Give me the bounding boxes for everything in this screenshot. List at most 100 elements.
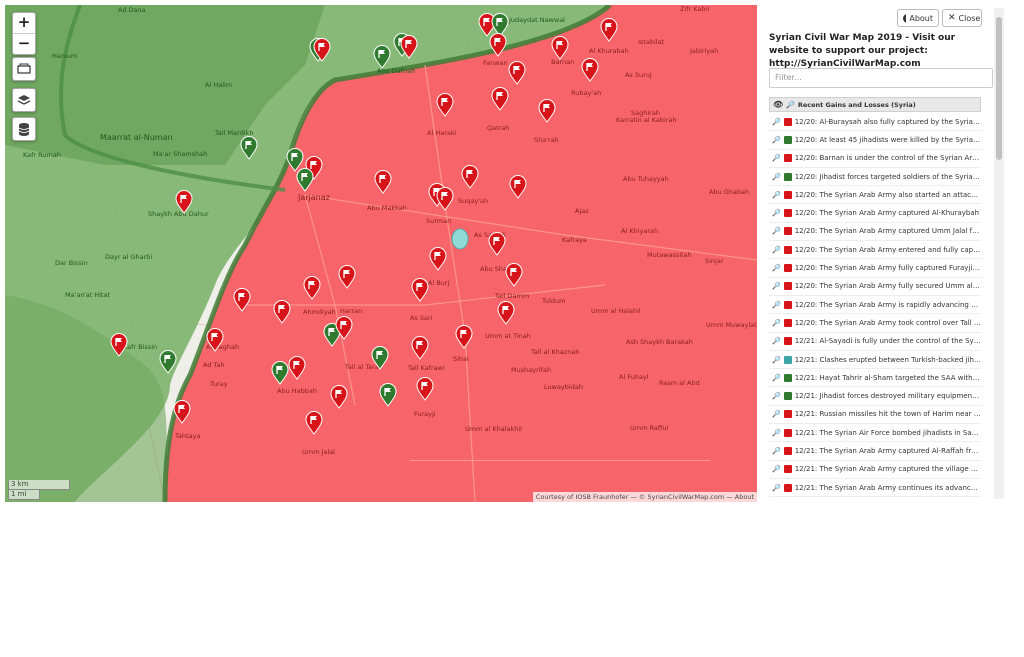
list-item[interactable]: 🔎 12/21: The Syrian Arab Army continues i… bbox=[769, 479, 981, 498]
zoom-to-icon[interactable]: 🔎 bbox=[772, 374, 781, 382]
red-flag-marker-icon[interactable] bbox=[491, 87, 509, 111]
red-flag-marker-icon[interactable] bbox=[305, 411, 323, 435]
about-button[interactable]: About bbox=[897, 9, 939, 27]
map-attribution[interactable]: Courtesy of IOSB Fraunhofer — © SyrianCi… bbox=[532, 492, 757, 502]
zoom-to-icon[interactable]: 🔎 bbox=[772, 227, 781, 235]
filter-input[interactable]: Filter... bbox=[769, 68, 993, 88]
red-flag-marker-icon[interactable] bbox=[175, 190, 193, 214]
list-item[interactable]: 🔎 12/20: The Syrian Arab Army fully secur… bbox=[769, 278, 981, 296]
zoom-to-icon[interactable]: 🔎 bbox=[772, 356, 781, 364]
list-item[interactable]: 🔎 12/21: Jihadist forces destroyed milita… bbox=[769, 387, 981, 406]
promo-text[interactable]: Syrian Civil War Map 2019 - Visit our we… bbox=[769, 32, 991, 71]
red-flag-marker-icon[interactable] bbox=[330, 385, 348, 409]
list-item[interactable]: 🔎 12/20: Jihadist forces targeted soldier… bbox=[769, 168, 981, 187]
green-marker-icon[interactable] bbox=[271, 361, 289, 385]
place-label-green: Ma'arrat Hitat bbox=[65, 291, 110, 299]
zoom-to-icon[interactable]: 🔎 bbox=[772, 246, 781, 254]
fullscreen-button[interactable] bbox=[12, 57, 36, 81]
red-flag-marker-icon[interactable] bbox=[416, 377, 434, 401]
layers-button[interactable] bbox=[12, 88, 36, 112]
red-flag-marker-icon[interactable] bbox=[436, 93, 454, 117]
map-view[interactable]: Ad Dana Hanium Al Halim Maarrat al-Numan… bbox=[5, 5, 757, 502]
list-item[interactable]: 🔎 12/20: Al-Buraysah also fully captured … bbox=[769, 113, 981, 132]
zoom-to-icon[interactable]: 🔎 bbox=[772, 429, 781, 437]
list-item[interactable]: 🔎 12/20: Barnan is under the control of t… bbox=[769, 150, 981, 168]
red-flag-marker-icon[interactable] bbox=[338, 265, 356, 289]
zoom-to-icon[interactable]: 🔎 bbox=[772, 118, 781, 126]
red-flag-marker-icon[interactable] bbox=[508, 61, 526, 85]
list-item[interactable]: 🔎 12/20: The Syrian Arab Army fully captu… bbox=[769, 259, 981, 278]
database-button[interactable] bbox=[12, 117, 36, 141]
list-item[interactable]: 🔎 12/20: The Syrian Arab Army took contro… bbox=[769, 314, 981, 333]
list-item[interactable]: 🔎 12/21: The Syrian Arab Army captured Al… bbox=[769, 442, 981, 461]
list-item[interactable]: 🔎 12/21: Russian missiles hit the town of… bbox=[769, 406, 981, 425]
red-flag-marker-icon[interactable] bbox=[538, 99, 556, 123]
zoom-to-icon[interactable]: 🔎 bbox=[772, 191, 781, 199]
red-flag-marker-icon[interactable] bbox=[489, 33, 507, 57]
list-item[interactable]: 🔎 12/20: The Syrian Arab Army captured Um… bbox=[769, 223, 981, 242]
zoom-to-icon[interactable]: 🔎 bbox=[772, 392, 781, 400]
green-marker-icon[interactable] bbox=[296, 168, 314, 192]
zoom-to-icon[interactable]: 🔎 bbox=[772, 264, 781, 272]
red-flag-marker-icon[interactable] bbox=[233, 288, 251, 312]
zoom-to-icon[interactable]: 🔎 bbox=[772, 209, 781, 217]
list-item[interactable]: 🔎12/21: The Syrian Arab Army entered Har… bbox=[769, 497, 981, 502]
list-item[interactable]: 🔎 12/20: The Syrian Arab Army also starte… bbox=[769, 186, 981, 205]
red-flag-marker-icon[interactable] bbox=[551, 36, 569, 60]
zoom-out-button[interactable]: − bbox=[13, 34, 35, 54]
red-flag-marker-icon[interactable] bbox=[110, 333, 128, 357]
list-item[interactable]: 🔎 12/21: The Syrian Arab Army captured th… bbox=[769, 461, 981, 479]
zoom-to-icon[interactable]: 🔎 bbox=[772, 465, 781, 473]
red-flag-marker-icon[interactable] bbox=[461, 165, 479, 189]
red-flag-marker-icon[interactable] bbox=[497, 301, 515, 325]
zoom-to-icon[interactable]: 🔎 bbox=[772, 301, 781, 309]
green-marker-icon[interactable] bbox=[371, 346, 389, 370]
scrollbar[interactable] bbox=[994, 8, 1004, 499]
list-item[interactable]: 🔎 12/21: Clashes erupted between Turkish-… bbox=[769, 351, 981, 370]
red-flag-marker-icon[interactable] bbox=[400, 35, 418, 59]
list-item[interactable]: 🔎 12/20: The Syrian Arab Army is rapidly … bbox=[769, 296, 981, 315]
red-flag-marker-icon[interactable] bbox=[505, 263, 523, 287]
zoom-to-icon[interactable]: 🔎 bbox=[772, 319, 781, 327]
red-flag-marker-icon[interactable] bbox=[374, 170, 392, 194]
red-flag-marker-icon[interactable] bbox=[600, 18, 618, 42]
zoom-to-icon[interactable]: 🔎 bbox=[772, 410, 781, 418]
red-flag-marker-icon[interactable] bbox=[509, 175, 527, 199]
red-flag-marker-icon[interactable] bbox=[288, 356, 306, 380]
green-marker-icon[interactable] bbox=[240, 136, 258, 160]
zoom-to-icon[interactable]: 🔎 bbox=[772, 154, 781, 162]
red-flag-marker-icon[interactable] bbox=[313, 38, 331, 62]
zoom-to-icon[interactable]: 🔎 bbox=[772, 447, 781, 455]
list-item[interactable]: 🔎 12/20: The Syrian Arab Army entered and… bbox=[769, 241, 981, 260]
zoom-to-icon[interactable]: 🔎 bbox=[772, 337, 781, 345]
zoom-to-icon[interactable]: 🔎 bbox=[772, 173, 781, 181]
list-item[interactable]: 🔎 12/20: At least 45 jihadists were kille… bbox=[769, 131, 981, 150]
green-marker-icon[interactable] bbox=[379, 383, 397, 407]
red-flag-marker-icon[interactable] bbox=[488, 232, 506, 256]
green-marker-icon[interactable] bbox=[373, 45, 391, 69]
list-item[interactable]: 🔎 12/21: Hayat Tahrir al-Sham targeted th… bbox=[769, 369, 981, 388]
red-flag-marker-icon[interactable] bbox=[206, 328, 224, 352]
zoom-to-icon[interactable]: 🔎 bbox=[772, 282, 781, 290]
zoom-to-icon[interactable]: 🔎 bbox=[772, 484, 781, 492]
red-flag-marker-icon[interactable] bbox=[411, 278, 429, 302]
scrollbar-thumb[interactable] bbox=[996, 17, 1002, 160]
red-flag-marker-icon[interactable] bbox=[411, 336, 429, 360]
red-flag-marker-icon[interactable] bbox=[273, 300, 291, 324]
red-flag-marker-icon[interactable] bbox=[455, 325, 473, 349]
zoom-to-icon[interactable]: 🔎 bbox=[772, 136, 781, 144]
red-flag-marker-icon[interactable] bbox=[436, 187, 454, 211]
red-flag-marker-icon[interactable] bbox=[581, 58, 599, 82]
green-marker-icon[interactable] bbox=[159, 350, 177, 374]
red-flag-marker-icon[interactable] bbox=[173, 400, 191, 424]
red-flag-marker-icon[interactable] bbox=[429, 247, 447, 271]
zoom-in-button[interactable]: + bbox=[13, 13, 35, 34]
list-item[interactable]: 🔎 12/20: The Syrian Arab Army captured Al… bbox=[769, 204, 981, 223]
list-item[interactable]: 🔎 12/21: Al-Sayadi is fully under the con… bbox=[769, 333, 981, 351]
list-item[interactable]: 🔎 12/21: The Syrian Air Force bombed jiha… bbox=[769, 424, 981, 443]
red-flag-marker-icon[interactable] bbox=[335, 316, 353, 340]
search-icon[interactable]: 🔎 bbox=[786, 101, 795, 109]
eye-icon[interactable]: 👁 bbox=[773, 100, 783, 109]
close-button[interactable]: ✕ Close bbox=[942, 9, 982, 27]
red-flag-marker-icon[interactable] bbox=[303, 276, 321, 300]
